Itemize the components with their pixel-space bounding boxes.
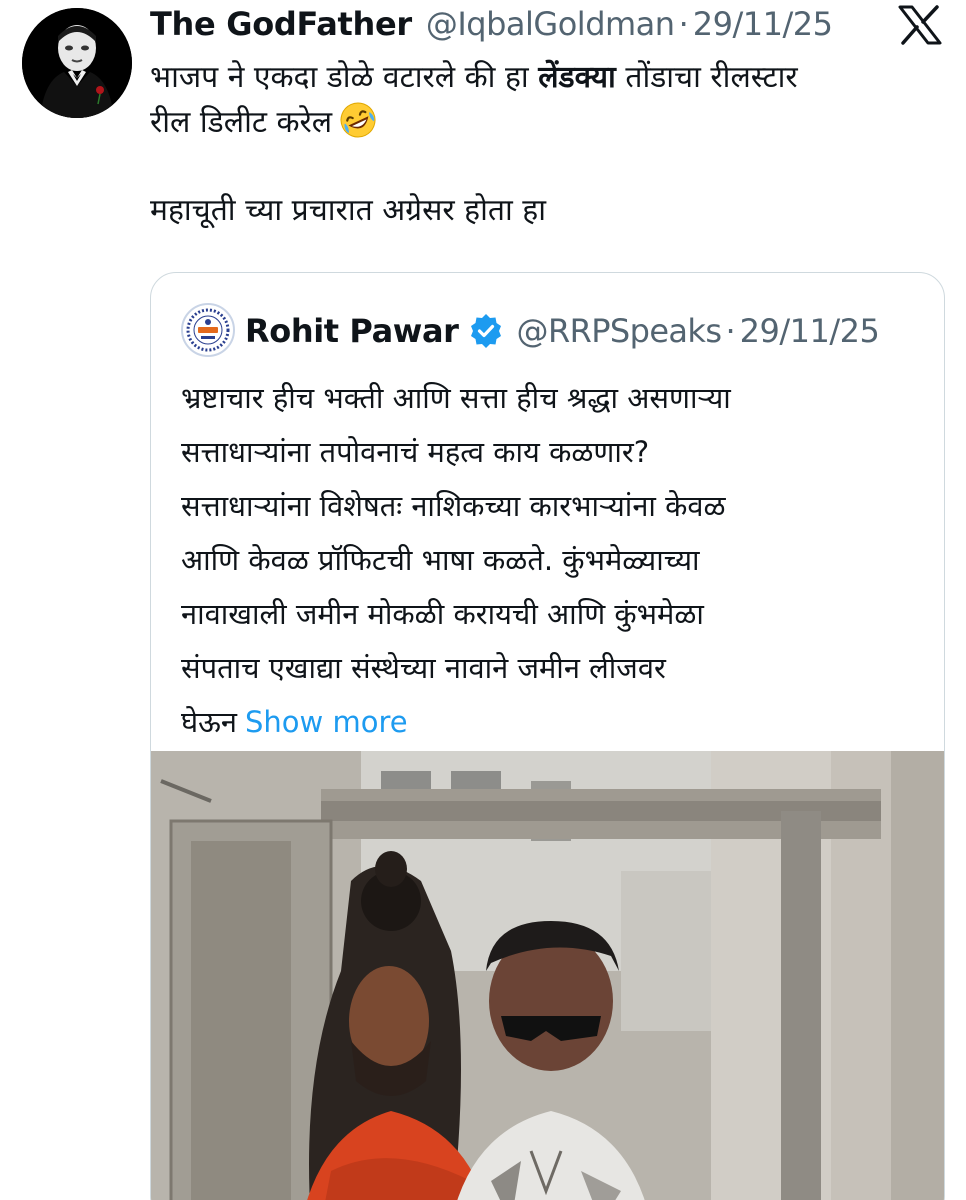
quoted-tweet-video[interactable] <box>151 751 944 1200</box>
tweet-date[interactable]: 29/11/25 <box>693 5 833 43</box>
laughing-emoji-icon <box>338 100 378 140</box>
verified-badge-icon <box>469 314 503 348</box>
tweet-text-line: रील डिलीट करेल <box>150 100 950 145</box>
party-logo-icon <box>184 306 232 354</box>
quoted-text-line: भ्रष्टाचार हीच भक्ती आणि सत्ता हीच श्रद्… <box>181 381 731 415</box>
tweet-text: भाजप ने एकदा डोळे वटारले की हा लेंडक्या … <box>150 56 950 233</box>
separator-dot: · <box>725 312 736 350</box>
quoted-author-avatar[interactable] <box>181 303 235 357</box>
quoted-tweet-date[interactable]: 29/11/25 <box>740 312 880 350</box>
tweet-text-line: महाचूती च्या प्रचारात अग्रेसर होता हा <box>150 193 546 228</box>
author-avatar[interactable] <box>22 8 132 118</box>
tweet-text-segment: तोंडाचा रीलस्टार <box>615 60 798 95</box>
quoted-author-display-name[interactable]: Rohit Pawar <box>245 312 459 350</box>
tweet-text-segment: भाजप ने एकदा डोळे वटारले की हा <box>150 60 539 95</box>
tweet-text-bold: लेंडक्या <box>538 60 616 95</box>
x-logo-icon[interactable] <box>898 5 942 45</box>
show-more-link[interactable]: Show more <box>245 705 408 739</box>
quoted-tweet-card[interactable]: Rohit Pawar @RRPSpeaks · 29/11/25 भ्रष्ट… <box>150 272 945 1200</box>
tweet-text-line: भाजप ने एकदा डोळे वटारले की हा लेंडक्या … <box>150 56 950 100</box>
quoted-text-line: आणि केवळ प्रॉफिटची भाषा कळते. कुंभमेळ्या… <box>181 543 700 577</box>
author-handle[interactable]: @IqbalGoldman <box>426 5 675 43</box>
quoted-text-line: संपताच एखाद्या संस्थेच्या नावाने जमीन ली… <box>181 651 666 685</box>
tweet-header: The GodFather @IqbalGoldman · 29/11/25 <box>150 0 833 48</box>
quoted-text-line: घेऊन Show more <box>181 695 931 749</box>
tweet-text-segment: रील डिलीट करेल <box>150 105 333 140</box>
tweet: The GodFather @IqbalGoldman · 29/11/25 भ… <box>0 0 966 1200</box>
quoted-text-line: सत्ताधाऱ्यांना विशेषतः नाशिकच्या कारभाऱ्… <box>181 489 726 523</box>
quoted-tweet-header: Rohit Pawar @RRPSpeaks · 29/11/25 <box>245 309 880 353</box>
quoted-text-segment: घेऊन <box>181 705 237 739</box>
separator-dot: · <box>678 5 689 43</box>
quoted-tweet-text: भ्रष्टाचार हीच भक्ती आणि सत्ता हीच श्रद्… <box>181 371 931 749</box>
author-display-name[interactable]: The GodFather <box>150 5 412 43</box>
video-thumbnail-image <box>151 751 944 1200</box>
quoted-author-handle[interactable]: @RRPSpeaks <box>517 312 723 350</box>
quoted-text-line: सत्ताधाऱ्यांना तपोवनाचं महत्व काय कळणार? <box>181 435 650 469</box>
godfather-avatar-image <box>22 8 132 118</box>
quoted-text-line: नावाखाली जमीन मोकळी करायची आणि कुंभमेळा <box>181 597 704 631</box>
